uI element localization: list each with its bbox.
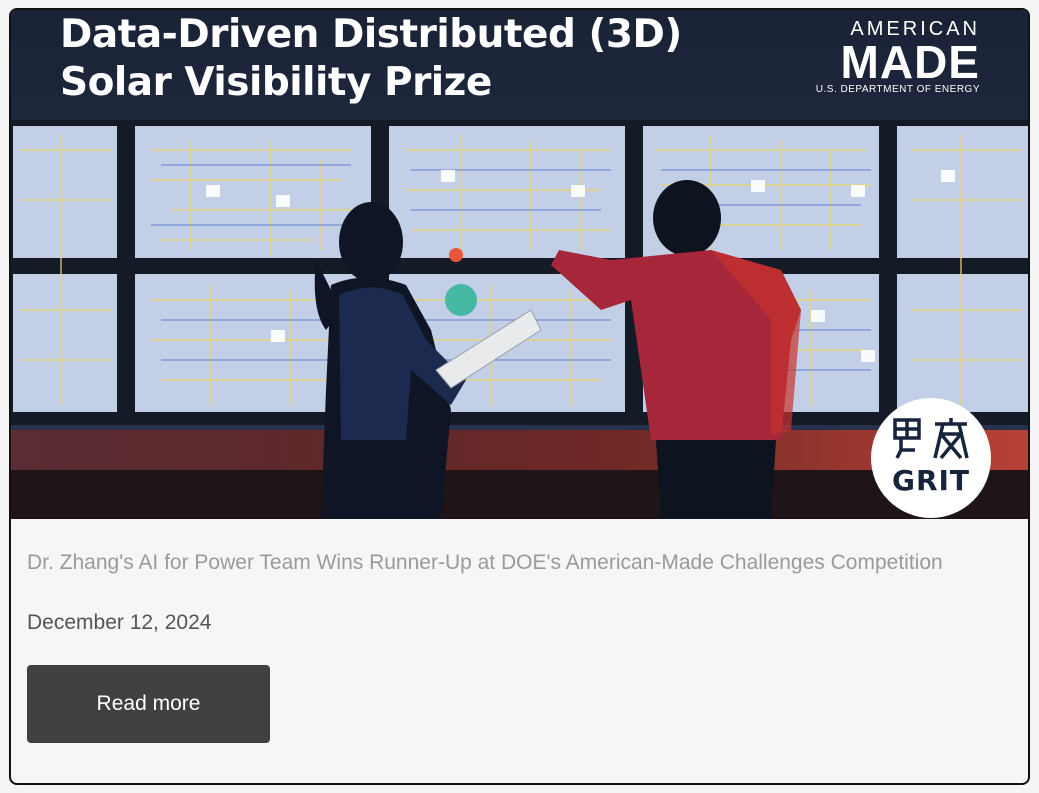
brand-main-text: MADE [840, 36, 980, 88]
grit-logo-icons [893, 418, 969, 460]
solar-panel-icon [893, 418, 921, 459]
hero-image[interactable]: Data-Driven Distributed (3D) Solar Visib… [11, 10, 1028, 519]
transmission-tower-icon [933, 418, 969, 460]
read-more-button[interactable]: Read more [27, 665, 270, 743]
grit-badge: GRIT [871, 398, 991, 518]
article-headline[interactable]: Dr. Zhang's AI for Power Team Wins Runne… [27, 550, 1017, 576]
news-card: Data-Driven Distributed (3D) Solar Visib… [9, 8, 1030, 785]
article-date: December 12, 2024 [27, 611, 212, 634]
brand-sub-text: U.S. DEPARTMENT OF ENERGY [815, 84, 980, 95]
american-made-logo: AMERICAN MADE U.S. DEPARTMENT OF ENERGY [816, 18, 980, 96]
grit-text: GRIT [891, 464, 971, 497]
hero-title: Data-Driven Distributed (3D) Solar Visib… [60, 11, 682, 107]
hero-title-line1: Data-Driven Distributed (3D) [60, 12, 682, 57]
hero-title-line2: Solar Visibility Prize [60, 60, 492, 105]
